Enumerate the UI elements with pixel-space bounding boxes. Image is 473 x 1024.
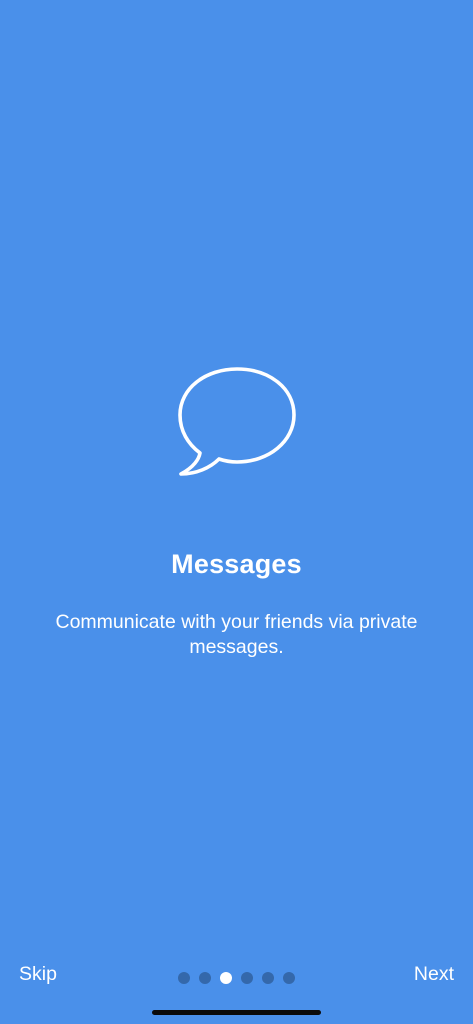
onboarding-description: Communicate with your friends via privat… [55, 611, 418, 658]
onboarding-title: Messages [171, 549, 302, 579]
page-indicator [0, 971, 473, 985]
home-indicator[interactable] [152, 1010, 321, 1015]
next-button[interactable]: Next [414, 960, 454, 988]
page-dot-1[interactable] [178, 972, 190, 984]
speech-bubble-icon [174, 364, 300, 480]
page-dot-4[interactable] [241, 972, 253, 984]
page-dot-5[interactable] [262, 972, 274, 984]
onboarding-screen: Messages Communicate with your friends v… [0, 0, 473, 1024]
page-dot-3-active[interactable] [220, 972, 232, 984]
page-dot-2[interactable] [199, 972, 211, 984]
page-dot-6[interactable] [283, 972, 295, 984]
